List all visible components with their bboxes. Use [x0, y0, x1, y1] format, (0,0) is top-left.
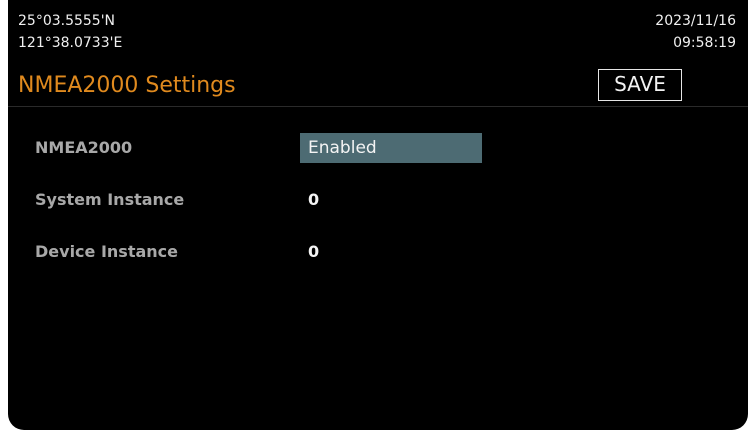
longitude-readout: 121°38.0733'E [18, 35, 123, 51]
status-bar: 25°03.5555'N 121°38.0733'E 2023/11/16 09… [8, 0, 748, 64]
setting-label: NMEA2000 [35, 138, 133, 157]
setting-label: System Instance [35, 190, 185, 209]
setting-row-nmea2000[interactable]: NMEA2000 Enabled [8, 131, 748, 165]
setting-row-device-instance[interactable]: Device Instance 0 [8, 235, 748, 269]
setting-label: Device Instance [35, 242, 178, 261]
save-button[interactable]: SAVE [598, 69, 682, 101]
page-title: NMEA2000 Settings [18, 73, 236, 98]
date-readout: 2023/11/16 [655, 13, 736, 29]
device-instance-value[interactable]: 0 [308, 237, 319, 267]
system-instance-value[interactable]: 0 [308, 185, 319, 215]
title-bar: NMEA2000 Settings SAVE [8, 64, 748, 107]
nmea2000-value-selector[interactable]: Enabled [300, 133, 482, 163]
latitude-readout: 25°03.5555'N [18, 13, 116, 29]
time-readout: 09:58:19 [673, 35, 736, 51]
setting-row-system-instance[interactable]: System Instance 0 [8, 183, 748, 217]
device-screen: 25°03.5555'N 121°38.0733'E 2023/11/16 09… [8, 0, 748, 430]
